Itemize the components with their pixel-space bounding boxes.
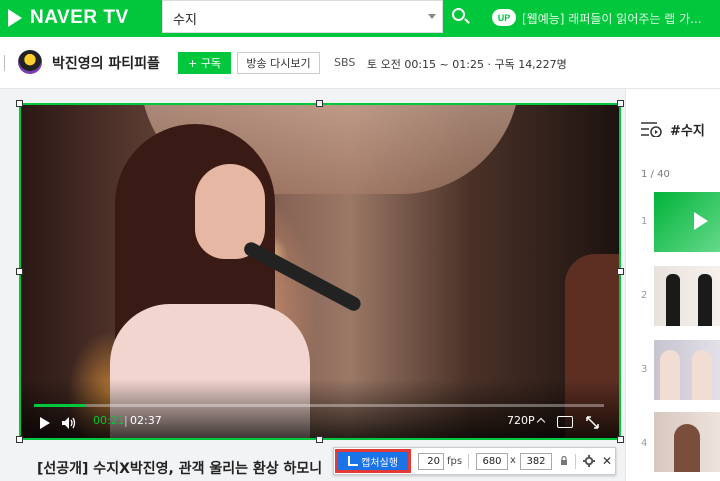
playlist-icon: [641, 122, 662, 137]
list-item-thumbnail[interactable]: [654, 266, 720, 326]
channel-bar: 박진영의 파티피플 + 구독 방송 다시보기 SBS 토 오전 00:15 ~ …: [0, 37, 720, 89]
search-input[interactable]: 수지: [162, 0, 443, 33]
time-separator: |: [124, 414, 128, 427]
resize-handle[interactable]: [16, 100, 23, 107]
list-item-thumbnail[interactable]: [654, 340, 720, 400]
logo-text: NAVER TV: [30, 7, 129, 28]
duration: 02:37: [130, 414, 162, 427]
list-item-thumbnail[interactable]: [654, 412, 720, 472]
capture-run-button[interactable]: 캡처실행: [335, 449, 411, 473]
search-query: 수지: [173, 13, 197, 28]
resize-handle[interactable]: [16, 268, 23, 275]
quality-selector[interactable]: 720P: [507, 414, 535, 427]
play-logo-icon: [8, 9, 22, 27]
search-button[interactable]: [443, 0, 477, 33]
close-icon[interactable]: ✕: [602, 454, 612, 468]
video-player[interactable]: 00:21 | 02:37 720P: [20, 104, 620, 439]
replay-button[interactable]: 방송 다시보기: [237, 52, 320, 74]
crop-icon: [348, 456, 359, 466]
resize-handle[interactable]: [617, 100, 624, 107]
list-item-number: 2: [641, 290, 648, 301]
gear-icon[interactable]: [583, 455, 595, 467]
channel-avatar[interactable]: [18, 50, 42, 74]
chevron-down-icon[interactable]: [428, 14, 436, 19]
list-item-number: 3: [641, 364, 648, 375]
channel-name[interactable]: 박진영의 파티피플: [52, 53, 160, 73]
play-icon: [694, 212, 708, 230]
fps-input[interactable]: 20: [418, 453, 444, 470]
naver-tv-logo[interactable]: NAVER TV: [8, 6, 129, 30]
dimension-separator: x: [510, 455, 516, 466]
broadcaster-label: SBS: [334, 56, 356, 69]
divider: [575, 454, 576, 469]
play-icon[interactable]: [40, 417, 50, 429]
progress-fill: [34, 404, 86, 407]
caption-icon[interactable]: [557, 416, 573, 428]
resize-handle[interactable]: [617, 268, 624, 275]
video-title[interactable]: [선공개] 수지X박진영, 관객 울리는 환상 하모니: [37, 458, 337, 478]
subscribe-button[interactable]: + 구독: [178, 52, 231, 74]
current-time: 00:21: [93, 414, 125, 427]
list-item-thumbnail[interactable]: [654, 192, 720, 252]
page-counter: 1 / 40: [641, 169, 670, 180]
up-badge: UP: [492, 9, 516, 26]
width-input[interactable]: 680: [476, 453, 508, 470]
resize-handle[interactable]: [16, 436, 23, 443]
capture-toolbar: 캡처실행 20 fps 680 x 382 ✕: [333, 447, 616, 475]
fullscreen-icon[interactable]: [586, 416, 599, 429]
list-item-number: 4: [641, 438, 648, 449]
tag-title[interactable]: #수지: [670, 120, 705, 139]
schedule-info: 토 오전 00:15 ~ 01:25 · 구독 14,227명: [367, 58, 567, 71]
resize-handle[interactable]: [316, 436, 323, 443]
volume-icon[interactable]: [62, 417, 76, 429]
divider: [468, 454, 469, 469]
list-item-number: 1: [641, 216, 648, 227]
chevron-left-icon[interactable]: [0, 55, 5, 71]
top-bar: NAVER TV 수지 UP [웹예능] 래퍼들이 읽어주는 랩 가...: [0, 0, 720, 37]
resize-handle[interactable]: [617, 436, 624, 443]
resize-handle[interactable]: [316, 100, 323, 107]
height-input[interactable]: 382: [520, 453, 552, 470]
ticker-link[interactable]: [웹예능] 래퍼들이 읽어주는 랩 가...: [522, 10, 702, 27]
progress-bar[interactable]: [34, 404, 604, 407]
fps-unit: fps: [447, 456, 463, 467]
related-sidebar: #수지 1 / 40 1 2 3 4: [625, 89, 720, 481]
capture-run-label: 캡처실행: [361, 457, 398, 469]
lock-icon[interactable]: [560, 456, 568, 465]
